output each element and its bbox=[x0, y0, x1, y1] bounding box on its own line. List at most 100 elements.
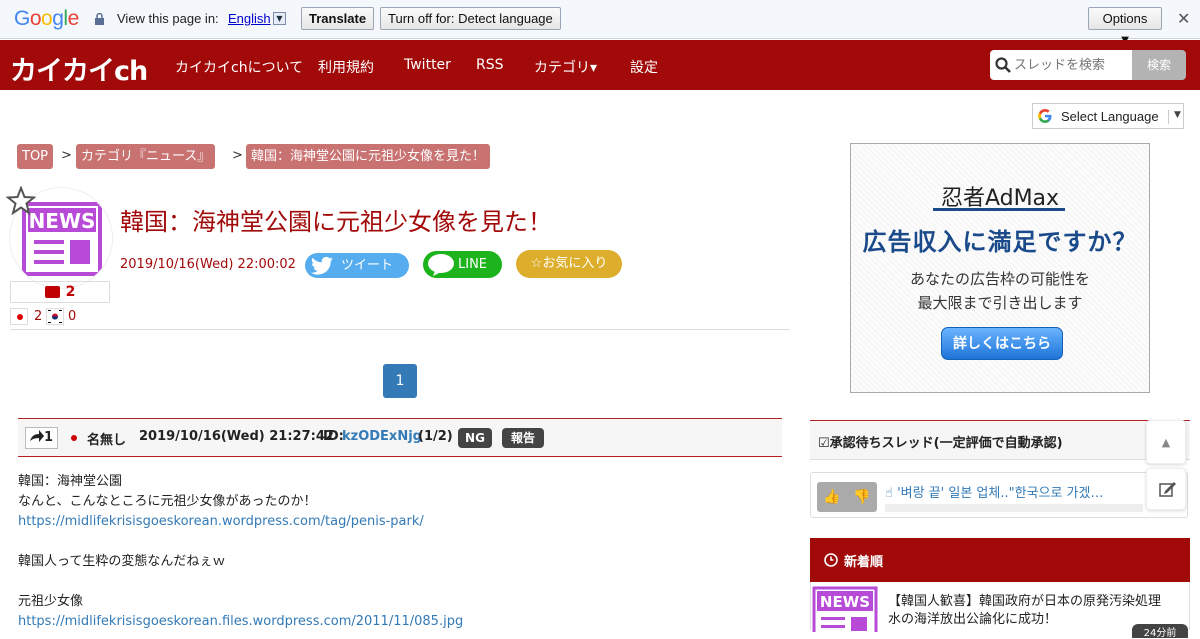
nav-item-category[interactable]: カテゴリ▾ bbox=[534, 57, 597, 77]
pending-thread-item[interactable]: 👍 👎 ☝ '벼랑 끝' 일본 업체.."한국으로 가겠… bbox=[810, 472, 1188, 518]
twitter-bird-icon bbox=[311, 256, 333, 275]
post-url[interactable]: https://midlifekrisisgoeskorean.wordpres… bbox=[18, 514, 424, 529]
korea-flag-icon bbox=[46, 308, 64, 325]
search-box bbox=[990, 50, 1132, 80]
post-line: 韓国：海神堂公園 bbox=[18, 474, 123, 489]
star-icon[interactable] bbox=[6, 186, 36, 216]
breadcrumb-separator: > bbox=[232, 148, 243, 163]
search-button[interactable]: 検索 bbox=[1132, 50, 1186, 80]
time-badge: 24分前 bbox=[1132, 624, 1188, 639]
post-line: なんと、こんなところに元祖少女像があったのか！ bbox=[18, 494, 317, 509]
clock-icon bbox=[824, 553, 838, 567]
pending-thread-link[interactable]: ☝ '벼랑 끝' 일본 업체.."한국으로 가겠… bbox=[885, 482, 1137, 501]
nav-item-twitter[interactable]: Twitter bbox=[404, 57, 451, 73]
ad-subtext-2: 最大限まで引き出します bbox=[917, 294, 1083, 312]
nav-item-rss[interactable]: RSS bbox=[476, 57, 504, 73]
turn-off-button[interactable]: Turn off for: Detect language bbox=[380, 7, 561, 30]
post-line: 韓国人って生粋の変態なんだねぇｗ bbox=[18, 554, 226, 569]
translate-button[interactable]: Translate bbox=[301, 7, 375, 30]
nav-item-terms[interactable]: 利用規約 bbox=[318, 57, 374, 77]
ad-logo-underline bbox=[933, 208, 1065, 211]
post-line bbox=[18, 572, 788, 592]
post-date: 2019/10/16(Wed) 21:27:42 bbox=[139, 429, 334, 444]
hand-point-icon: ☝ bbox=[885, 486, 898, 501]
japan-flag-icon bbox=[10, 308, 28, 325]
korea-count: 0 bbox=[68, 309, 77, 324]
scroll-top-button[interactable]: ▲ bbox=[1146, 420, 1186, 464]
chevron-down-icon: ▼ bbox=[1168, 110, 1181, 124]
search-icon bbox=[995, 57, 1011, 73]
post-id-link[interactable]: kzODExNjg bbox=[342, 429, 422, 444]
post-body: 韓国：海神堂公園なんと、こんなところに元祖少女像があったのか！ https://m… bbox=[18, 472, 788, 632]
nav-item-about[interactable]: カイカイchについて bbox=[175, 57, 303, 77]
svg-text:NEWS: NEWS bbox=[820, 593, 870, 611]
thread-date: 2019/10/16(Wed) 22:00:02 bbox=[120, 257, 296, 272]
comment-icon bbox=[44, 286, 60, 298]
language-dropdown-icon[interactable]: ▼ bbox=[273, 12, 286, 25]
line-label: LINE bbox=[458, 257, 488, 272]
line-share-button[interactable]: LINE bbox=[423, 251, 502, 278]
reply-button[interactable]: 1 bbox=[25, 427, 58, 449]
ng-button[interactable]: NG bbox=[458, 428, 492, 448]
breadcrumb-category[interactable]: カテゴリ『ニュース』 bbox=[76, 144, 216, 169]
line-chat-icon bbox=[428, 254, 454, 276]
divider bbox=[10, 329, 790, 330]
res-number: 1 bbox=[43, 430, 54, 445]
rating-bar bbox=[885, 504, 1143, 512]
options-button[interactable]: Options ▼ bbox=[1088, 7, 1162, 47]
lock-icon bbox=[95, 13, 104, 25]
checkbox-icon: ☑ bbox=[818, 436, 830, 451]
post-header: 1 名無し 2019/10/16(Wed) 21:27:42 ID: kzODE… bbox=[18, 418, 782, 457]
site-logo[interactable]: カイカイch bbox=[10, 49, 148, 88]
google-g-icon bbox=[1038, 109, 1052, 123]
language-link[interactable]: English bbox=[228, 11, 271, 26]
view-page-in-label: View this page in: bbox=[117, 11, 219, 26]
breadcrumb-separator: > bbox=[61, 148, 72, 163]
latest-thread-item[interactable]: NEWS 【韓国人歓喜】韓国政府が日本の原発汚染処理 水の海洋放出公論化に成功！… bbox=[810, 582, 1190, 639]
latest-threads-header: 新着順 bbox=[810, 538, 1190, 582]
pending-title: ☑承認待ちスレッド(一定評価で自動承認) bbox=[818, 436, 1063, 451]
pending-threads-header: ☑承認待ちスレッド(一定評価で自動承認) bbox=[810, 420, 1190, 460]
breadcrumb-top[interactable]: TOP bbox=[17, 144, 54, 169]
comment-count[interactable]: 2 bbox=[10, 281, 110, 303]
ad-headline: 広告収入に満足ですか？ bbox=[862, 228, 1138, 256]
close-icon[interactable]: ✕ bbox=[1177, 9, 1190, 28]
select-language-dropdown[interactable]: Select Language ▼ bbox=[1032, 103, 1184, 129]
top-nav: カイカイch カイカイchについて 利用規約 Twitter RSS カテゴリ▾… bbox=[0, 40, 1200, 90]
edit-button[interactable] bbox=[1146, 468, 1186, 510]
japan-count: 2 bbox=[34, 309, 43, 324]
page-button-1[interactable]: 1 bbox=[383, 364, 417, 398]
thumbs-up-icon[interactable]: 👍 bbox=[817, 482, 847, 512]
post-link[interactable]: https://midlifekrisisgoeskorean.files.wo… bbox=[18, 612, 788, 632]
post-line bbox=[18, 532, 788, 552]
nav-item-settings[interactable]: 設定 bbox=[630, 57, 658, 77]
tweet-button[interactable]: ツイート bbox=[305, 253, 409, 278]
reply-arrow-icon bbox=[29, 430, 44, 442]
poster-name: 名無し bbox=[87, 433, 127, 448]
post-url[interactable]: https://midlifekrisisgoeskorean.files.wo… bbox=[18, 614, 463, 629]
post-id-count: (1/2) bbox=[418, 429, 453, 444]
post-id-label: ID: bbox=[323, 429, 344, 444]
svg-text:NEWS: NEWS bbox=[29, 209, 96, 233]
latest-thread-title-2: 水の海洋放出公論化に成功！ bbox=[888, 612, 1058, 627]
favorite-button[interactable]: ☆お気に入り bbox=[516, 250, 622, 278]
google-logo: Google bbox=[14, 7, 79, 30]
thumbs-down-icon[interactable]: 👎 bbox=[847, 482, 877, 512]
edit-icon bbox=[1159, 482, 1176, 497]
select-language-label: Select Language bbox=[1061, 109, 1159, 124]
thread-title: 韓国：海神堂公園に元祖少女像を見た！ bbox=[120, 208, 552, 236]
ad-subtext-1: あなたの広告枠の可能性を bbox=[909, 270, 1090, 288]
ad-cta-button[interactable]: 詳しくはこちら bbox=[941, 327, 1063, 360]
search-input[interactable] bbox=[1014, 55, 1126, 75]
news-thumbnail-icon: NEWS bbox=[811, 584, 881, 632]
post-line: 元祖少女像 bbox=[18, 594, 84, 609]
ad-banner[interactable]: 忍者AdMax 広告収入に満足ですか？ あなたの広告枠の可能性を 最大限まで引き… bbox=[850, 143, 1150, 393]
tweet-label: ツイート bbox=[341, 258, 394, 273]
post-link[interactable]: https://midlifekrisisgoeskorean.wordpres… bbox=[18, 512, 788, 532]
report-button[interactable]: 報告 bbox=[502, 428, 544, 448]
latest-title: 新着順 bbox=[844, 555, 884, 570]
comment-count-value: 2 bbox=[65, 284, 76, 300]
latest-thread-title-1: 【韓国人歓喜】韓国政府が日本の原発汚染処理 bbox=[888, 594, 1162, 609]
status-dot bbox=[71, 435, 77, 441]
breadcrumb-current[interactable]: 韓国：海神堂公園に元祖少女像を見た！ bbox=[246, 144, 491, 169]
